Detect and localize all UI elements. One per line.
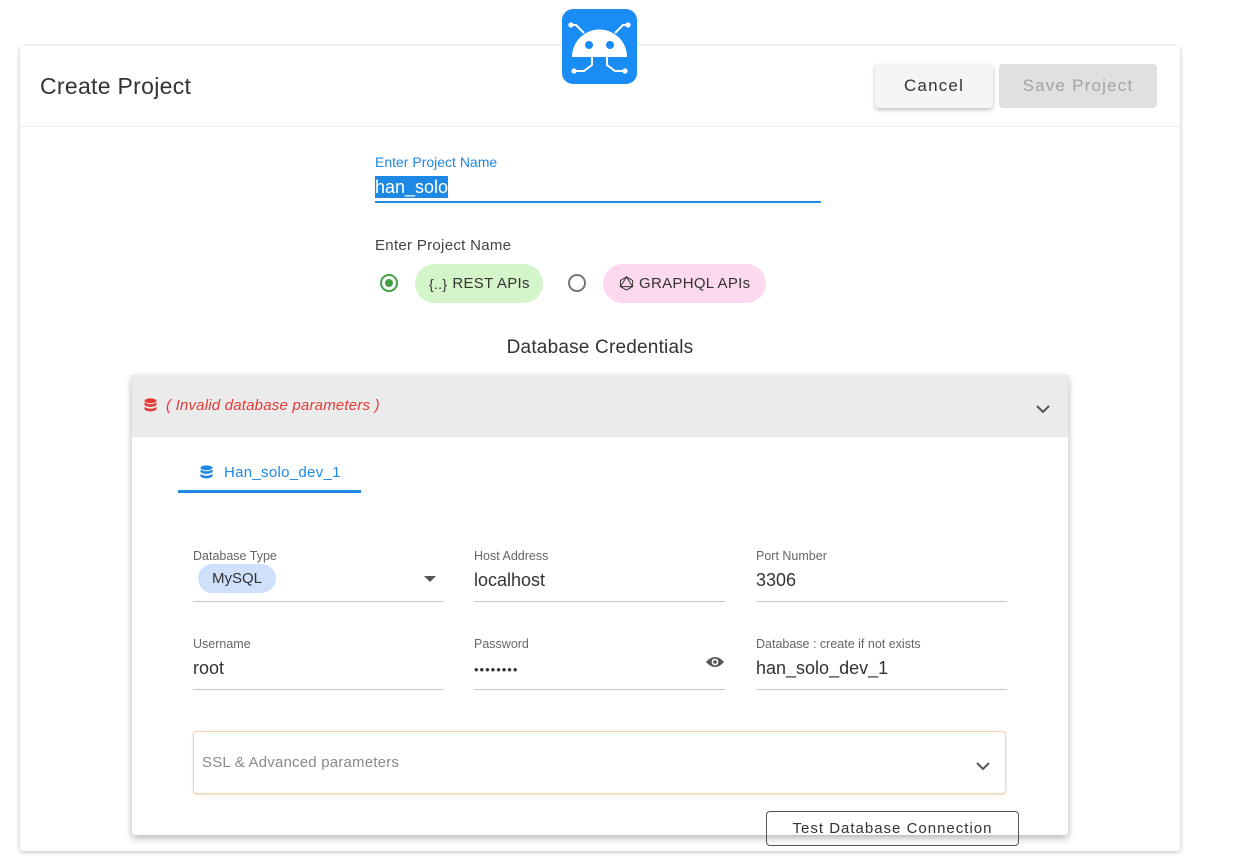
database-panel: ( Invalid database parameters ) Han_solo… [132, 375, 1068, 846]
database-error-icon [144, 398, 157, 418]
test-connection-button[interactable]: Test Database Connection [766, 811, 1019, 846]
graphql-apis-label: GRAPHQL APIs [639, 275, 751, 292]
rest-apis-label: REST APIs [452, 275, 530, 292]
database-name-value: han_solo_dev_1 [756, 658, 889, 678]
host-address-field[interactable]: Host Address localhost [474, 549, 725, 602]
username-value: root [193, 658, 225, 678]
database-credentials-title: Database Credentials [506, 337, 694, 358]
invalid-params-message: ( Invalid database parameters ) [166, 397, 380, 414]
host-address-value: localhost [474, 570, 546, 590]
ssl-advanced-section[interactable]: SSL & Advanced parameters [193, 731, 1006, 794]
port-number-field[interactable]: Port Number 3306 [756, 549, 1007, 602]
password-field[interactable]: Password •••••••• [474, 637, 725, 690]
project-type-label: Enter Project Name [375, 237, 512, 254]
cancel-button[interactable]: Cancel [875, 64, 993, 108]
tab-label: Han_solo_dev_1 [224, 464, 341, 481]
database-name-label: Database : create if not exists [756, 637, 921, 651]
braces-icon: {..} [429, 275, 448, 292]
password-value: •••••••• [474, 662, 519, 677]
project-name-value: han_solo [375, 176, 449, 198]
port-number-value: 3306 [756, 570, 797, 590]
database-panel-header[interactable]: ( Invalid database parameters ) [132, 375, 1068, 437]
username-label: Username [193, 637, 251, 651]
database-type-select[interactable]: Database Type MySQL [193, 549, 444, 602]
password-label: Password [474, 637, 529, 651]
graphql-icon [619, 275, 634, 292]
chevron-down-icon[interactable] [1036, 401, 1050, 419]
eye-icon[interactable] [705, 655, 725, 674]
port-number-label: Port Number [756, 549, 827, 563]
create-project-card: Create Project Cancel Save Project Enter… [20, 46, 1180, 851]
username-field[interactable]: Username root [193, 637, 444, 690]
database-icon [200, 465, 213, 485]
ssl-advanced-label: SSL & Advanced parameters [202, 754, 400, 771]
page-title: Create Project [40, 73, 192, 99]
project-name-label: Enter Project Name [375, 154, 498, 170]
database-name-field[interactable]: Database : create if not exists han_solo… [756, 637, 1007, 690]
graphql-radio[interactable] [568, 274, 586, 292]
chevron-down-icon[interactable] [976, 758, 990, 776]
dropdown-arrow-icon[interactable] [424, 576, 436, 582]
mysql-chip: MySQL [198, 564, 276, 593]
save-project-button[interactable]: Save Project [999, 64, 1157, 108]
host-address-label: Host Address [474, 549, 549, 563]
graphql-apis-chip[interactable]: GRAPHQL APIs [603, 264, 766, 303]
rest-radio[interactable] [380, 274, 398, 292]
app-logo-icon [562, 9, 637, 84]
project-name-input[interactable]: han_solo [375, 176, 821, 203]
tab-han-solo-dev-1[interactable]: Han_solo_dev_1 [178, 455, 361, 493]
database-type-label: Database Type [193, 549, 277, 563]
rest-apis-chip[interactable]: {..} REST APIs [415, 264, 543, 303]
